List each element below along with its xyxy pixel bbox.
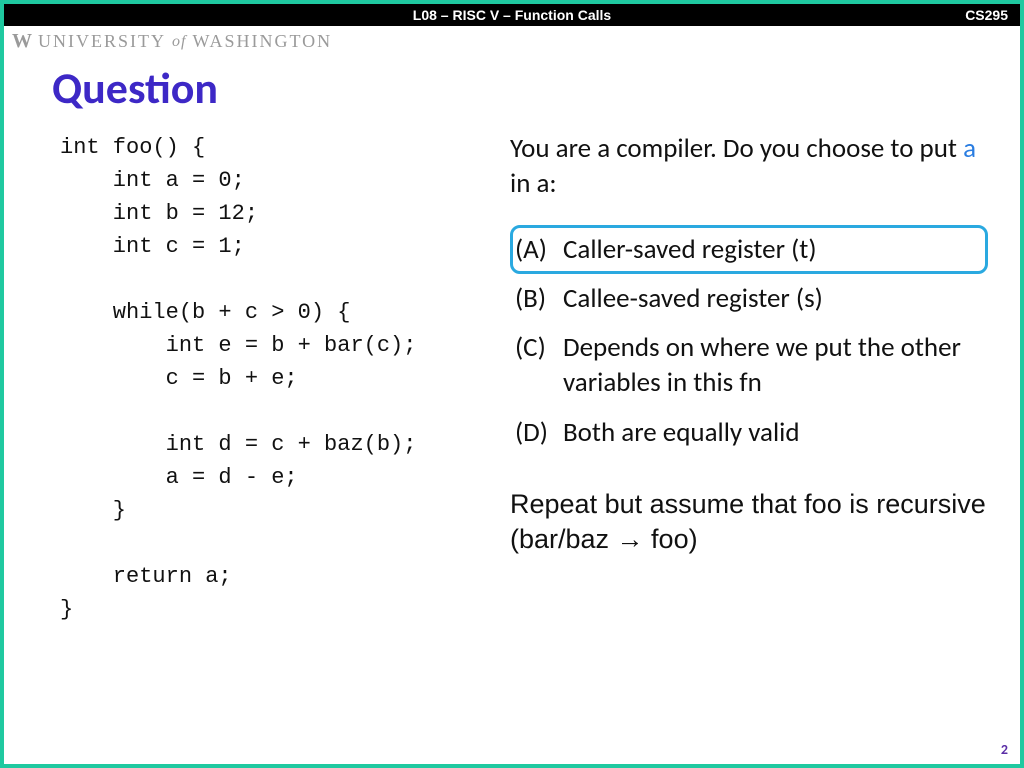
university-word-2: WASHINGTON (192, 31, 332, 52)
option-label: (B) (515, 281, 563, 316)
slide-title: Question (4, 53, 1020, 115)
question-panel: You are a compiler. Do you choose to put… (510, 131, 996, 626)
slide-content: int foo() { int a = 0; int b = 12; int c… (4, 115, 1020, 626)
university-branding: W UNIVERSITY of WASHINGTON (4, 26, 1020, 53)
option-label: (D) (515, 415, 563, 450)
option-text: Both are equally valid (563, 415, 800, 450)
question-prompt: You are a compiler. Do you choose to put… (510, 131, 996, 201)
prompt-post: in a: (510, 167, 557, 200)
option-a[interactable]: (A) Caller-saved register (t) (510, 225, 988, 274)
page-number: 2 (1001, 741, 1008, 758)
option-text: Caller-saved register (t) (563, 232, 817, 267)
course-code: CS295 (965, 7, 1008, 23)
uw-logo-icon: W (12, 30, 32, 53)
option-text: Depends on where we put the other variab… (563, 330, 975, 400)
prompt-pre: You are a compiler. Do you choose to put (510, 132, 963, 165)
followup-prompt: Repeat but assume that foo is recursive … (510, 487, 996, 557)
answer-options: (A) Caller-saved register (t) (B) Callee… (510, 225, 996, 456)
option-text: Callee-saved register (s) (563, 281, 823, 316)
prompt-variable: a (963, 132, 976, 165)
option-label: (C) (515, 330, 563, 365)
university-word-of: of (172, 33, 186, 51)
option-c[interactable]: (C) Depends on where we put the other va… (510, 323, 988, 407)
code-block: int foo() { int a = 0; int b = 12; int c… (60, 131, 500, 626)
lecture-title: L08 – RISC V – Function Calls (413, 7, 611, 23)
university-word-1: UNIVERSITY (38, 31, 166, 52)
option-b[interactable]: (B) Callee-saved register (s) (510, 274, 988, 323)
option-label: (A) (515, 232, 563, 267)
option-d[interactable]: (D) Both are equally valid (510, 408, 988, 457)
slide-header: L08 – RISC V – Function Calls CS295 (4, 4, 1020, 26)
